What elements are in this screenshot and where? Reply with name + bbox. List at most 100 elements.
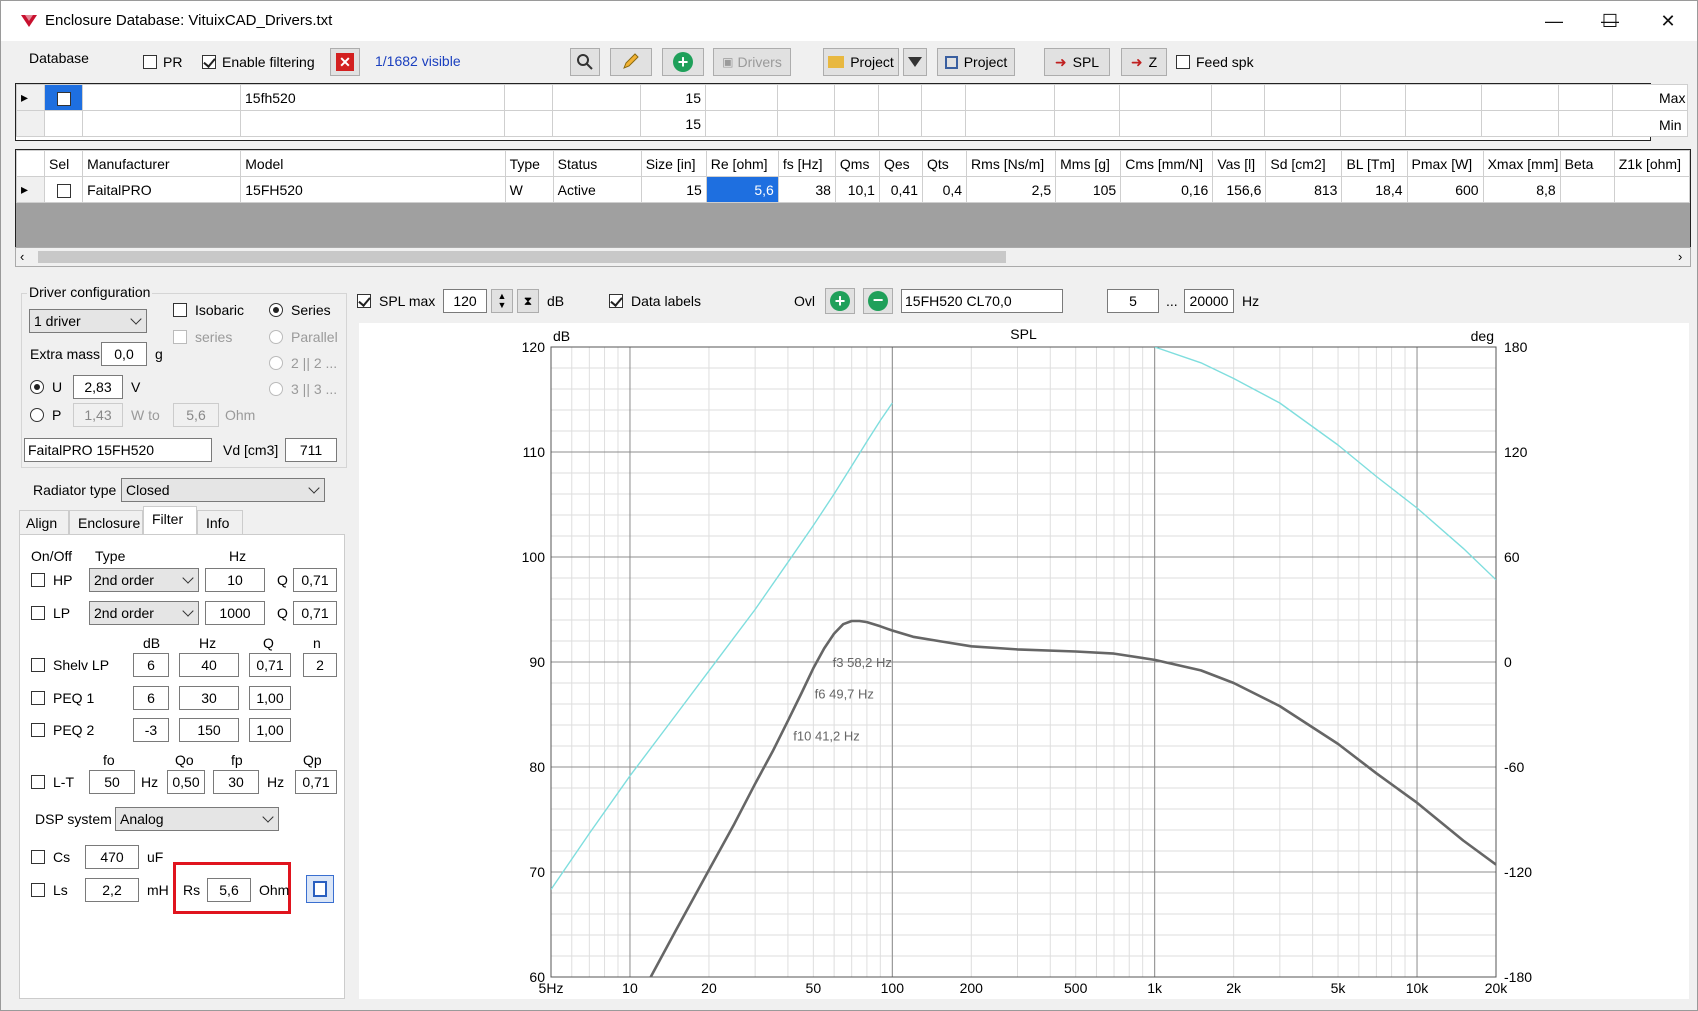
filter-cell[interactable]	[1264, 110, 1341, 137]
peq2-db-input[interactable]: -3	[133, 718, 169, 742]
drivers-button[interactable]: ▣ Drivers	[713, 48, 791, 76]
filter-cell[interactable]	[834, 84, 879, 111]
lt-fp-input[interactable]: 30	[213, 770, 259, 794]
type-cell[interactable]: W	[504, 176, 554, 203]
qes-cell[interactable]: 0,41	[878, 176, 924, 203]
peq2-hz-input[interactable]: 150	[179, 718, 239, 742]
clear-filter-button[interactable]: ✕	[330, 48, 360, 76]
hp-hz-input[interactable]: 10	[205, 568, 265, 592]
peq2-checkbox[interactable]	[31, 723, 45, 737]
status-cell[interactable]: Active	[552, 176, 642, 203]
filter-cell[interactable]	[921, 84, 966, 111]
cms-cell[interactable]: 0,16	[1120, 176, 1214, 203]
filter-cell[interactable]	[1211, 110, 1265, 137]
series-radio[interactable]	[269, 303, 283, 317]
column-header[interactable]: Xmax [mm]	[1482, 150, 1561, 177]
filter-sel-checkbox[interactable]	[56, 91, 71, 106]
send-spl-button[interactable]: ➜ SPL	[1044, 48, 1110, 76]
fs-cell[interactable]: 38	[777, 176, 836, 203]
pr-checkbox[interactable]	[143, 55, 157, 69]
filter-cell[interactable]	[1481, 110, 1559, 137]
driver-count-select[interactable]: 1 driver	[29, 309, 147, 333]
horizontal-scrollbar[interactable]: ‹ ›	[15, 247, 1691, 267]
minimize-button[interactable]: —	[1525, 1, 1583, 41]
column-header[interactable]: Cms [mm/N]	[1120, 150, 1214, 177]
filter-sel-cell[interactable]	[44, 84, 83, 111]
spl-max-spinner[interactable]: ▲ ▼	[491, 289, 513, 313]
overlay-add-button[interactable]: +	[825, 288, 855, 314]
p-input[interactable]: 1,43	[73, 403, 123, 427]
isobaric-checkbox[interactable]	[173, 303, 187, 317]
column-header[interactable]: Z1k [ohm]	[1613, 150, 1691, 177]
shelv-lp-checkbox[interactable]	[31, 658, 45, 672]
ohm-input[interactable]: 5,6	[173, 403, 219, 427]
close-button[interactable]: ✕	[1639, 1, 1697, 41]
filter-cell[interactable]	[965, 110, 1055, 137]
column-header[interactable]: Manufacturer	[82, 150, 242, 177]
tab-enclosure[interactable]: Enclosure	[69, 510, 143, 534]
ls-input[interactable]: 2,2	[85, 878, 139, 902]
p33-radio[interactable]	[269, 382, 283, 396]
filter-cell[interactable]	[921, 110, 966, 137]
filter-cell[interactable]	[1558, 84, 1613, 111]
lt-qo-input[interactable]: 0,50	[167, 770, 205, 794]
filter-cell[interactable]	[1405, 84, 1482, 111]
size-cell[interactable]: 15	[640, 176, 707, 203]
peq1-q-input[interactable]: 1,00	[249, 686, 291, 710]
column-header[interactable]: Model	[240, 150, 506, 177]
filter-cell[interactable]	[705, 84, 778, 111]
filter-cell[interactable]	[1054, 110, 1120, 137]
rs-input[interactable]: 5,6	[207, 878, 251, 902]
column-header[interactable]: Qts	[921, 150, 968, 177]
u-input[interactable]: 2,83	[73, 375, 123, 399]
filter-cell[interactable]	[1558, 110, 1613, 137]
filter-size-max-cell[interactable]: 15	[640, 84, 706, 111]
filter-type-cell[interactable]	[504, 84, 553, 111]
column-header[interactable]: Sel	[44, 150, 84, 177]
column-header[interactable]: Qes	[878, 150, 924, 177]
peq1-hz-input[interactable]: 30	[179, 686, 239, 710]
filter-cell[interactable]	[878, 110, 922, 137]
send-z-button[interactable]: ➜ Z	[1121, 48, 1167, 76]
filter-cell[interactable]	[834, 110, 879, 137]
filter-cell[interactable]	[1481, 84, 1559, 111]
rms-cell[interactable]: 2,5	[966, 176, 1057, 203]
column-header[interactable]: Beta	[1559, 150, 1615, 177]
copy-button[interactable]	[306, 875, 334, 903]
lp-hz-input[interactable]: 1000	[205, 601, 265, 625]
filter-cell[interactable]	[1211, 84, 1265, 111]
scrollbar-thumb[interactable]	[38, 251, 1006, 263]
driver-row[interactable]: ▸ FaitalPRO 15FH520 W Active 15 5,6 38 1…	[15, 176, 1691, 203]
column-header[interactable]: Status	[552, 150, 642, 177]
f-max-input[interactable]: 20000	[1184, 289, 1234, 313]
vas-cell[interactable]: 156,6	[1212, 176, 1267, 203]
enable-filtering-checkbox[interactable]	[202, 55, 216, 69]
column-header[interactable]: fs [Hz]	[777, 150, 836, 177]
overlay-remove-button[interactable]: −	[863, 288, 893, 314]
extra-mass-input[interactable]: 0,0	[101, 342, 147, 366]
radiator-type-select[interactable]: Closed	[121, 478, 325, 502]
scroll-right-icon[interactable]: ›	[1678, 249, 1682, 264]
filter-cell[interactable]	[705, 110, 778, 137]
f-min-input[interactable]: 5	[1107, 289, 1159, 313]
column-header[interactable]: Size [in]	[640, 150, 707, 177]
filter-cell[interactable]	[44, 110, 83, 137]
ls-checkbox[interactable]	[31, 883, 45, 897]
column-header[interactable]: Rms [Ns/m]	[966, 150, 1057, 177]
dsp-system-select[interactable]: Analog	[115, 807, 279, 831]
filter-cell[interactable]	[1340, 110, 1406, 137]
qms-cell[interactable]: 10,1	[834, 176, 880, 203]
filter-cell[interactable]	[82, 110, 241, 137]
spl-max-input[interactable]: 120	[443, 289, 487, 313]
shelv-db-input[interactable]: 6	[133, 653, 169, 677]
column-header[interactable]: Qms	[834, 150, 880, 177]
peq1-db-input[interactable]: 6	[133, 686, 169, 710]
autoscale-button[interactable]: ⧗	[517, 289, 539, 313]
feed-spk-checkbox[interactable]	[1176, 55, 1190, 69]
manufacturer-cell[interactable]: FaitalPRO	[82, 176, 242, 203]
filter-cell[interactable]	[1119, 84, 1212, 111]
overlay-name-input[interactable]: 15FH520 CL70,0	[901, 289, 1063, 313]
filter-manufacturer-cell[interactable]	[82, 84, 241, 111]
beta-cell[interactable]	[1559, 176, 1615, 203]
tab-align[interactable]: Align	[19, 510, 69, 534]
